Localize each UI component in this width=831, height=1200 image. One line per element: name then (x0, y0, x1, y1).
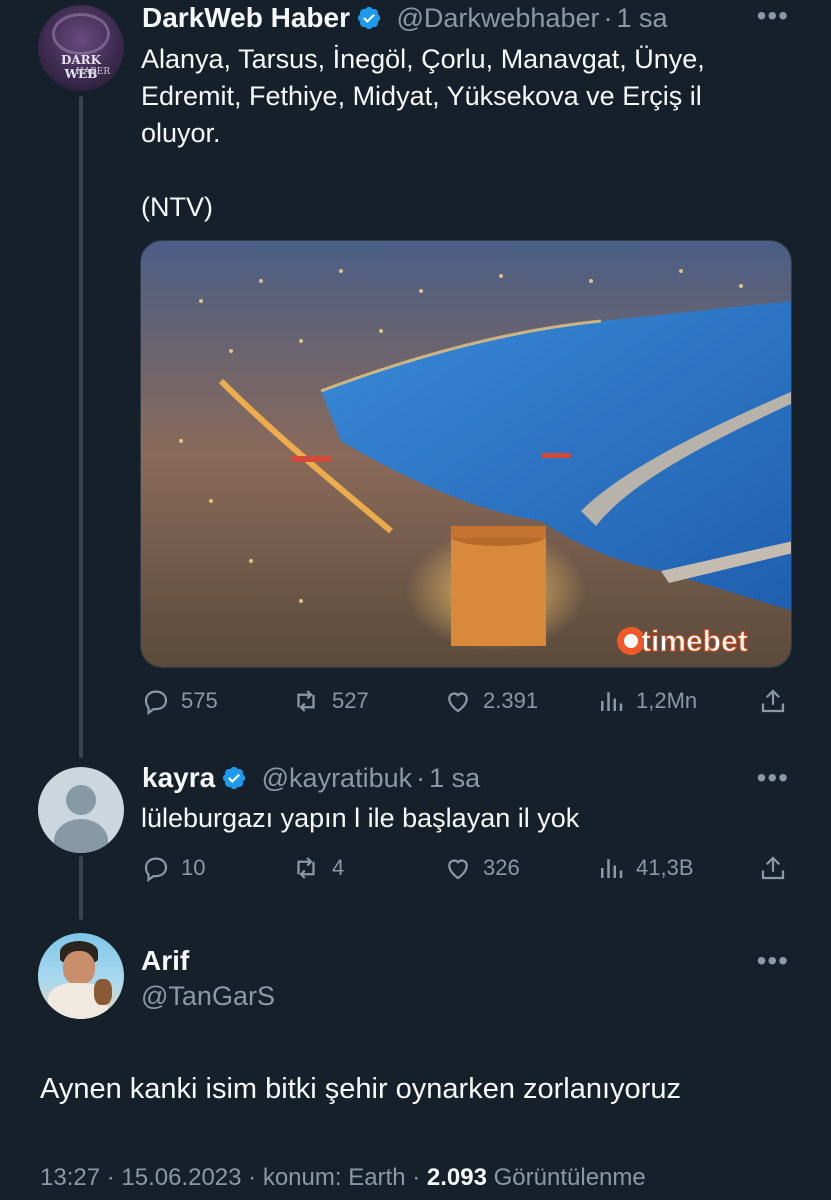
tweet-media-image[interactable]: timebet (140, 240, 792, 668)
more-options-icon[interactable]: ••• (757, 945, 789, 977)
avatar[interactable]: DARK WEB HABER (38, 5, 124, 91)
retweet-button[interactable]: 527 (290, 686, 369, 716)
author-name[interactable]: DarkWeb Haber (142, 2, 350, 33)
retweet-button[interactable]: 4 (290, 853, 344, 883)
harbor-photo: timebet (141, 241, 791, 667)
author-name[interactable]: Arif (141, 945, 189, 977)
avatar-animal (94, 979, 112, 1005)
reply-button[interactable]: 10 (141, 853, 205, 883)
reply-icon (144, 857, 168, 883)
separator-dot: · (416, 763, 426, 793)
tweet-metadata: 13:27 · 15.06.2023 · konum: Earth · 2.09… (40, 1164, 646, 1192)
tweet-time[interactable]: 1 sa (429, 763, 480, 793)
like-button[interactable]: 2.391 (443, 686, 538, 716)
tweet-text: lüleburgazı yapın l ile başlayan il yok (141, 803, 580, 833)
views-count: 1,2Mn (636, 688, 698, 713)
share-button[interactable] (758, 853, 788, 883)
more-options-icon[interactable]: ••• (757, 762, 789, 794)
timebet-watermark: timebet (617, 625, 748, 659)
tweet-timestamp[interactable]: 13:27 · 15.06.2023 · konum: Earth · (40, 1164, 427, 1191)
like-button[interactable]: 326 (443, 853, 520, 883)
share-icon (761, 856, 785, 880)
share-icon (761, 689, 785, 713)
separator-dot: · (603, 3, 613, 33)
retweet-count: 4 (332, 855, 345, 880)
views-button[interactable]: 1,2Mn (596, 686, 697, 716)
avatar-person-face (63, 951, 95, 985)
views-chart-icon (601, 859, 623, 878)
avatar[interactable] (38, 767, 124, 853)
retweet-icon (297, 690, 315, 712)
more-options-icon[interactable]: ••• (757, 0, 789, 32)
tweet-text-line: oluyor. (141, 118, 221, 148)
default-avatar-body-icon (54, 819, 108, 853)
retweet-count: 527 (332, 688, 369, 713)
reply-icon (144, 690, 168, 716)
views-button[interactable]: 41,3B (596, 853, 694, 883)
tweet-text-line: (NTV) (141, 192, 213, 222)
view-count: 2.093 (426, 1164, 487, 1191)
author-handle[interactable]: @TanGarS (141, 981, 275, 1012)
watermark-text: timebet (641, 625, 748, 658)
share-button[interactable] (758, 686, 788, 716)
tweet-text: Alanya, Tarsus, İnegöl, Çorlu, Manavgat,… (141, 41, 801, 226)
heart-icon (448, 859, 468, 880)
reply-button[interactable]: 575 (141, 686, 218, 716)
tweet-header: kayra @kayratibuk · 1 sa (142, 762, 480, 796)
verified-badge-icon (356, 5, 382, 36)
reply-count: 575 (181, 688, 218, 713)
like-count: 326 (483, 855, 520, 880)
author-handle[interactable]: @Darkwebhaber (396, 3, 599, 33)
tweet-text-line: Alanya, Tarsus, İnegöl, Çorlu, Manavgat,… (141, 44, 705, 74)
thread-connector (79, 856, 83, 920)
default-avatar-head-icon (66, 785, 96, 815)
reply-count: 10 (181, 855, 206, 880)
avatar-mask-shape (52, 13, 110, 55)
avatar-logo-subtext: HABER (75, 67, 111, 77)
heart-icon (448, 692, 468, 713)
avatar[interactable] (38, 933, 124, 1019)
like-count: 2.391 (483, 688, 539, 713)
tweet-time[interactable]: 1 sa (616, 3, 667, 33)
views-count: 41,3B (636, 855, 694, 880)
author-name[interactable]: kayra (142, 762, 215, 793)
retweet-icon (297, 857, 315, 879)
thread-connector (79, 96, 83, 758)
author-handle[interactable]: @kayratibuk (262, 763, 412, 793)
view-label: Görüntülenme (493, 1164, 646, 1191)
views-chart-icon (601, 692, 623, 711)
verified-badge-icon (221, 765, 247, 796)
tweet-text: Aynen kanki isim bitki şehir oynarken zo… (40, 1073, 681, 1105)
tweet-text-line: Edremit, Fethiye, Midyat, Yüksekova ve E… (141, 81, 702, 111)
tweet-header: DarkWeb Haber @Darkwebhaber · 1 sa (142, 2, 668, 36)
